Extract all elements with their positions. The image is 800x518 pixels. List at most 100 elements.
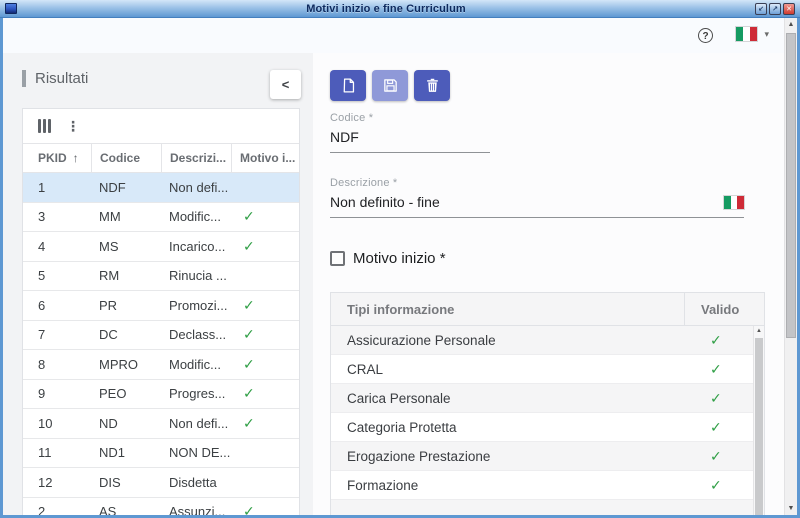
cell-valido: ✓ bbox=[684, 477, 764, 494]
check-icon: ✓ bbox=[243, 415, 255, 431]
table-row[interactable]: Carica Personale ✓ bbox=[331, 384, 764, 413]
help-icon[interactable]: ? bbox=[698, 28, 713, 43]
descrizione-input[interactable]: Non definito - fine bbox=[330, 194, 440, 210]
main-content: Risultati < ⋮ PKID ↑ Codice Descrizi. bbox=[3, 53, 797, 515]
table-row[interactable]: 2 AS Assunzi... ✓ bbox=[23, 498, 299, 516]
check-icon: ✓ bbox=[710, 332, 722, 348]
motivo-inizio-checkbox[interactable] bbox=[330, 251, 345, 266]
table-row[interactable]: 7 DC Declass... ✓ bbox=[23, 321, 299, 351]
table-row[interactable]: CRAL ✓ bbox=[331, 355, 764, 384]
column-header-descrizione[interactable]: Descrizi... bbox=[161, 144, 231, 172]
close-button[interactable]: ✕ bbox=[783, 3, 795, 15]
table-row[interactable]: 11 ND1 NON DE... bbox=[23, 439, 299, 469]
table-row[interactable]: Erogazione Prestazione ✓ bbox=[331, 442, 764, 471]
table-row[interactable]: 1 NDF Non defi... bbox=[23, 173, 299, 203]
cell-motivo: ✓ bbox=[231, 297, 299, 314]
italian-flag-icon bbox=[724, 196, 744, 209]
minimize-button[interactable]: ↙ bbox=[755, 3, 767, 15]
table-row[interactable]: 3 MM Modific... ✓ bbox=[23, 203, 299, 233]
cell-descrizione: Promozi... bbox=[161, 298, 231, 313]
cell-pkid: 12 bbox=[23, 475, 91, 490]
column-header-pkid[interactable]: PKID ↑ bbox=[23, 144, 91, 172]
results-table-body: 1 NDF Non defi... 3 MM Modific... ✓ 4 MS… bbox=[23, 173, 299, 515]
scrollbar-thumb[interactable] bbox=[786, 33, 796, 338]
cell-motivo: ✓ bbox=[231, 385, 299, 402]
cell-pkid: 4 bbox=[23, 239, 91, 254]
cell-descrizione: Rinucia ... bbox=[161, 268, 231, 283]
table-row[interactable]: Assicurazione Personale ✓ bbox=[331, 326, 764, 355]
app-header: ? ▾ bbox=[3, 18, 797, 54]
vertical-scrollbar[interactable]: ▲ ▼ bbox=[784, 18, 797, 515]
table-row[interactable]: 12 DIS Disdetta bbox=[23, 468, 299, 498]
delete-button[interactable] bbox=[414, 70, 450, 101]
cell-pkid: 7 bbox=[23, 327, 91, 342]
cell-descrizione: Modific... bbox=[161, 209, 231, 224]
cell-codice: DIS bbox=[91, 475, 161, 490]
check-icon: ✓ bbox=[710, 448, 722, 464]
check-icon: ✓ bbox=[243, 297, 255, 313]
maximize-button[interactable]: ↗ bbox=[769, 3, 781, 15]
window-controls: ↙ ↗ ✕ bbox=[755, 3, 795, 15]
results-panel-header: Risultati bbox=[22, 70, 88, 87]
language-selector[interactable]: ▾ bbox=[736, 27, 769, 41]
column-header-label: PKID bbox=[38, 151, 67, 165]
column-header-valido[interactable]: Valido bbox=[684, 293, 764, 325]
check-icon: ✓ bbox=[243, 385, 255, 401]
scroll-up-icon[interactable]: ▲ bbox=[754, 326, 764, 337]
cell-descrizione: Incarico... bbox=[161, 239, 231, 254]
column-header-tipi-informazione[interactable]: Tipi informazione bbox=[331, 293, 684, 325]
cell-valido: ✓ bbox=[684, 419, 764, 436]
cell-motivo: ✓ bbox=[231, 356, 299, 373]
table-row[interactable]: 4 MS Incarico... ✓ bbox=[23, 232, 299, 262]
cell-codice: MM bbox=[91, 209, 161, 224]
scrollbar-thumb[interactable] bbox=[755, 338, 763, 515]
cell-pkid: 3 bbox=[23, 209, 91, 224]
more-options-icon[interactable]: ⋮ bbox=[66, 119, 80, 133]
trash-icon bbox=[424, 77, 441, 94]
descrizione-field: Descrizione * Non definito - fine bbox=[330, 177, 744, 218]
check-icon: ✓ bbox=[710, 419, 722, 435]
check-icon: ✓ bbox=[243, 208, 255, 224]
save-floppy-icon bbox=[382, 77, 399, 94]
column-header-motivo[interactable]: Motivo i... bbox=[231, 144, 299, 172]
new-button[interactable] bbox=[330, 70, 366, 101]
motivo-inizio-row: Motivo inizio * bbox=[330, 250, 446, 267]
check-icon: ✓ bbox=[710, 361, 722, 377]
table-row[interactable]: 9 PEO Progres... ✓ bbox=[23, 380, 299, 410]
collapse-panel-button[interactable]: < bbox=[270, 70, 301, 99]
descrizione-label: Descrizione * bbox=[330, 177, 744, 189]
info-table: Tipi informazione Valido Assicurazione P… bbox=[330, 292, 765, 515]
partial-row bbox=[331, 500, 764, 515]
detail-toolbar bbox=[330, 70, 450, 101]
motivo-inizio-label: Motivo inizio * bbox=[353, 250, 446, 267]
table-row[interactable]: 6 PR Promozi... ✓ bbox=[23, 291, 299, 321]
cell-valido: ✓ bbox=[684, 332, 764, 349]
table-row[interactable]: 5 RM Rinucia ... bbox=[23, 262, 299, 292]
table-row[interactable]: Formazione ✓ bbox=[331, 471, 764, 500]
table-row[interactable]: 10 ND Non defi... ✓ bbox=[23, 409, 299, 439]
titlebar[interactable]: Motivi inizio e fine Curriculum ↙ ↗ ✕ bbox=[0, 0, 800, 18]
info-table-body: Assicurazione Personale ✓ CRAL ✓ Carica … bbox=[331, 326, 764, 500]
scroll-up-icon[interactable]: ▲ bbox=[785, 18, 797, 31]
cell-descrizione: NON DE... bbox=[161, 445, 231, 460]
save-button[interactable] bbox=[372, 70, 408, 101]
cell-valido: ✓ bbox=[684, 390, 764, 407]
table-row[interactable]: 8 MPRO Modific... ✓ bbox=[23, 350, 299, 380]
column-chooser-icon[interactable] bbox=[38, 119, 51, 133]
cell-codice: RM bbox=[91, 268, 161, 283]
info-table-scrollbar[interactable]: ▲ bbox=[753, 326, 764, 515]
cell-codice: ND1 bbox=[91, 445, 161, 460]
cell-motivo: ✓ bbox=[231, 326, 299, 343]
results-table-card: ⋮ PKID ↑ Codice Descrizi... Motivo i... … bbox=[22, 108, 300, 515]
title-accent-bar bbox=[22, 70, 26, 87]
column-header-codice[interactable]: Codice bbox=[91, 144, 161, 172]
codice-input[interactable]: NDF bbox=[330, 129, 359, 145]
check-icon: ✓ bbox=[243, 503, 255, 515]
new-document-icon bbox=[340, 77, 357, 94]
cell-codice: DC bbox=[91, 327, 161, 342]
cell-codice: MS bbox=[91, 239, 161, 254]
cell-motivo: ✓ bbox=[231, 208, 299, 225]
table-row[interactable]: Categoria Protetta ✓ bbox=[331, 413, 764, 442]
scroll-down-icon[interactable]: ▼ bbox=[785, 502, 797, 515]
cell-codice: NDF bbox=[91, 180, 161, 195]
